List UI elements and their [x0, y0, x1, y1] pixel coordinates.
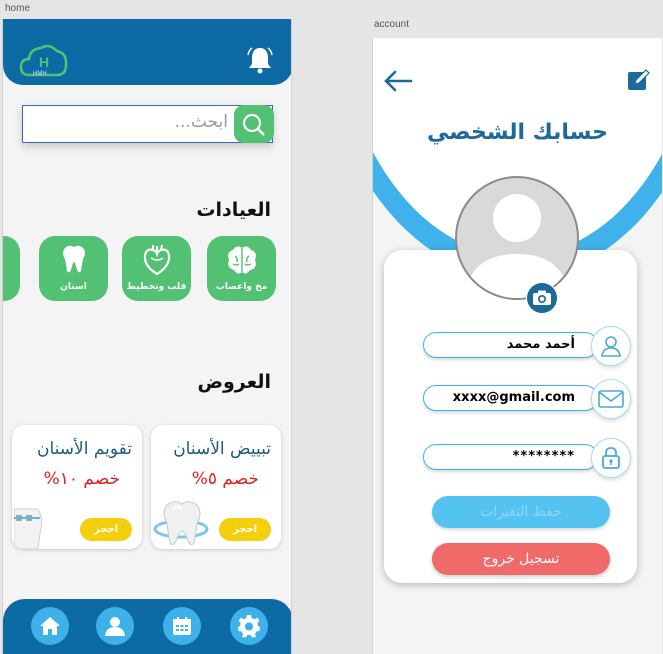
search-placeholder: ابحث... [174, 112, 228, 132]
offer-card-whitening[interactable]: تبييض الأسنان خصم ٥% احجز [151, 425, 281, 549]
logout-button[interactable]: تسجيل خروج [432, 543, 610, 575]
user-placeholder-icon [465, 194, 569, 298]
user-icon [105, 617, 125, 636]
clinic-dental[interactable]: اسنان [39, 236, 108, 301]
offer-title: تبييض الأسنان [173, 439, 271, 459]
profile-card [384, 250, 637, 583]
account-screen: حسابك الشخصي أحمد محمد xxxx@gmail.com **… [372, 38, 662, 654]
nav-settings[interactable] [230, 607, 268, 645]
offer-discount: خصم ١٠% [43, 469, 120, 489]
email-value: xxxx@gmail.com [452, 390, 575, 405]
user-icon [601, 336, 621, 357]
nav-calendar[interactable] [163, 607, 201, 645]
avatar[interactable] [455, 176, 579, 300]
home-screen: H HMH ابحث... العيادات مخ واعصاب قلب وتخ… [2, 19, 292, 654]
offer-title: تقويم الأسنان [36, 439, 132, 459]
clinic-cardio[interactable]: قلب وتخطيط [122, 236, 191, 301]
password-value: ******** [512, 449, 575, 464]
search-button[interactable] [234, 105, 274, 143]
logo-text: HMH [33, 71, 47, 77]
envelope-icon [598, 390, 624, 408]
logo-icon: H HMH [19, 44, 68, 77]
save-changes-button[interactable]: حفظ التغيرات [432, 496, 610, 528]
offer-card-braces[interactable]: تقويم الأسنان خصم ١٠% احجز [12, 425, 142, 549]
book-button[interactable]: احجز [219, 518, 271, 541]
clinics-title: العيادات [196, 199, 271, 221]
email-field-icon [591, 379, 631, 419]
logo-letter: H [39, 54, 49, 70]
home-icon [40, 617, 60, 635]
calendar-icon [173, 617, 191, 635]
name-value: أحمد محمد [506, 337, 575, 352]
offer-discount: خصم ٥% [191, 469, 259, 489]
nav-profile[interactable] [96, 607, 134, 645]
brain-icon [227, 246, 256, 274]
gear-icon [238, 615, 260, 638]
edit-icon[interactable] [627, 68, 651, 92]
home-header: H HMH [3, 19, 291, 85]
page-title: حسابك الشخصي [427, 120, 608, 145]
password-field-icon [591, 438, 631, 478]
email-field[interactable]: xxxx@gmail.com [423, 385, 598, 411]
clinic-label: مخ واعصاب [215, 282, 268, 292]
bell-icon[interactable] [247, 46, 273, 74]
offers-title: العروض [197, 371, 271, 393]
name-field[interactable]: أحمد محمد [423, 332, 598, 358]
heart-icon [143, 244, 170, 276]
braces-icon [14, 508, 43, 549]
account-artboard-label: account [374, 19, 410, 30]
clinic-neuro[interactable]: مخ واعصاب [207, 236, 276, 301]
clinic-label: قلب وتخطيط [126, 282, 187, 292]
change-photo-button[interactable] [526, 282, 558, 314]
tooth-icon [153, 501, 209, 546]
back-arrow-icon[interactable] [383, 70, 413, 92]
camera-icon [527, 283, 557, 313]
nav-home[interactable] [31, 607, 69, 645]
name-field-icon [591, 326, 631, 366]
home-artboard-label: home [5, 3, 31, 14]
password-field[interactable]: ******** [423, 444, 598, 470]
lock-icon [602, 447, 620, 469]
search-icon [242, 113, 265, 136]
clinic-label: اسنان [60, 282, 87, 292]
clinic-partial[interactable] [3, 236, 20, 301]
search-input[interactable]: ابحث... [22, 105, 274, 143]
bottom-nav [3, 599, 291, 654]
tooth-icon [62, 245, 85, 273]
book-button[interactable]: احجز [80, 518, 132, 541]
